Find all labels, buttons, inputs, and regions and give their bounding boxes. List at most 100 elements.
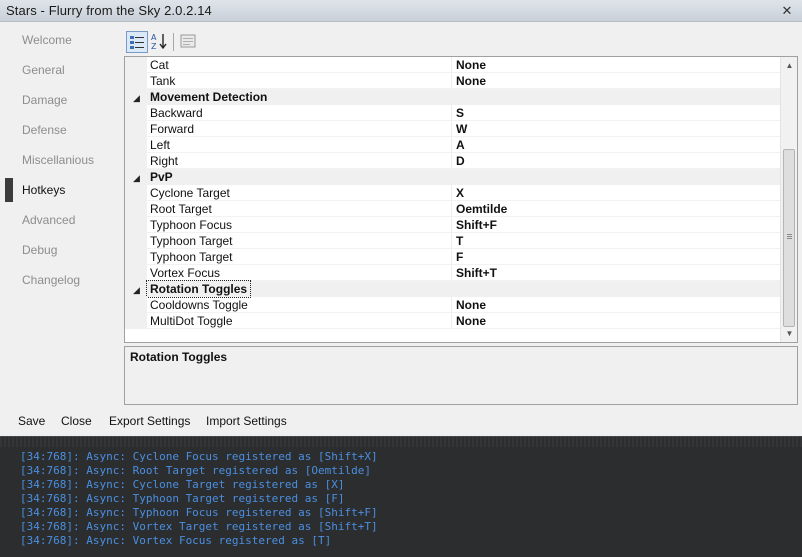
scroll-up-icon[interactable]: ▲ xyxy=(781,57,797,74)
row-gutter xyxy=(125,297,147,313)
grid-property-row[interactable]: Left A xyxy=(125,137,781,153)
property-value[interactable]: None xyxy=(456,297,486,313)
property-value[interactable]: Oemtilde xyxy=(456,201,507,217)
row-gutter xyxy=(125,105,147,121)
console-line: [34:768]: Async: Root Target registered … xyxy=(20,464,371,477)
grid-scrollbar[interactable]: ▲ ▼ xyxy=(780,57,797,342)
console-line: [34:768]: Async: Vortex Target registere… xyxy=(20,520,378,533)
nav-item-damage[interactable]: Damage xyxy=(0,89,112,111)
column-divider xyxy=(451,137,452,153)
property-value[interactable]: D xyxy=(456,153,465,169)
close-window-icon[interactable]: ✕ xyxy=(778,2,796,19)
sidebar-nav: Welcome General Damage Defense Miscellan… xyxy=(0,22,116,408)
scroll-down-icon[interactable]: ▼ xyxy=(781,325,797,342)
grid-property-row[interactable]: Cyclone Target X xyxy=(125,185,781,201)
svg-text:Z: Z xyxy=(151,42,157,51)
property-value[interactable]: W xyxy=(456,121,467,137)
nav-item-advanced[interactable]: Advanced xyxy=(0,209,112,231)
grid-property-row[interactable]: Typhoon Target F xyxy=(125,249,781,265)
grid-property-row[interactable]: Vortex Focus Shift+T xyxy=(125,265,781,281)
property-value[interactable]: S xyxy=(456,105,464,121)
grid-category-row[interactable]: ◢ Rotation Toggles xyxy=(125,280,781,298)
save-button[interactable]: Save xyxy=(18,414,45,428)
grid-property-row[interactable]: Typhoon Target T xyxy=(125,233,781,249)
close-button[interactable]: Close xyxy=(61,414,92,428)
category-label: PvP xyxy=(150,170,173,184)
column-divider xyxy=(451,73,452,89)
categorized-button[interactable] xyxy=(126,31,148,53)
property-grid[interactable]: Cat None Tank None ◢ Movement Detection Backwa… xyxy=(124,56,798,343)
property-name: Cyclone Target xyxy=(150,186,230,200)
nav-item-welcome[interactable]: Welcome xyxy=(0,29,112,51)
nav-item-hotkeys[interactable]: Hotkeys xyxy=(0,179,112,201)
property-name: Right xyxy=(150,154,179,168)
property-value[interactable]: Shift+F xyxy=(456,217,497,233)
grid-property-row[interactable]: MultiDot Toggle None xyxy=(125,313,781,329)
collapse-triangle-icon[interactable]: ◢ xyxy=(133,282,140,298)
console-line: [34:768]: Async: Typhoon Focus registere… xyxy=(20,506,378,519)
category-label: Movement Detection xyxy=(150,90,268,104)
grid-property-row[interactable]: Root Target Oemtilde xyxy=(125,201,781,217)
nav-item-miscellanious[interactable]: Miscellanious xyxy=(0,149,112,171)
property-name: Cooldowns Toggle xyxy=(150,298,248,312)
grid-property-row[interactable]: Tank None xyxy=(125,73,781,89)
property-value[interactable]: None xyxy=(456,57,486,73)
column-divider xyxy=(451,201,452,217)
console-line: [34:768]: Async: Vortex Focus registered… xyxy=(20,534,332,547)
grid-property-row[interactable]: Right D xyxy=(125,153,781,169)
title-bar[interactable]: Stars - Flurry from the Sky 2.0.2.14 ✕ xyxy=(0,0,802,22)
property-value[interactable]: T xyxy=(456,233,463,249)
grid-property-row[interactable]: Cooldowns Toggle None xyxy=(125,297,781,313)
property-name: Typhoon Focus xyxy=(150,218,233,232)
nav-item-changelog[interactable]: Changelog xyxy=(0,269,112,291)
description-title: Rotation Toggles xyxy=(130,350,228,364)
grid-property-row[interactable]: Cat None xyxy=(125,57,781,73)
row-gutter xyxy=(125,121,147,137)
collapse-triangle-icon[interactable]: ◢ xyxy=(133,90,140,106)
column-divider xyxy=(451,153,452,169)
row-gutter xyxy=(125,249,147,265)
row-gutter xyxy=(125,185,147,201)
export-settings-button[interactable]: Export Settings xyxy=(109,414,190,428)
grid-property-row[interactable]: Forward W xyxy=(125,121,781,137)
nav-item-general[interactable]: General xyxy=(0,59,112,81)
alphabetical-icon: A Z xyxy=(151,33,167,51)
property-name: Typhoon Target xyxy=(150,234,233,248)
property-value[interactable]: F xyxy=(456,249,463,265)
row-gutter xyxy=(125,201,147,217)
column-divider xyxy=(451,185,452,201)
property-value[interactable]: None xyxy=(456,313,486,329)
log-console: [34:768]: Async: Cyclone Focus registere… xyxy=(0,436,802,557)
nav-item-debug[interactable]: Debug xyxy=(0,239,112,261)
row-gutter xyxy=(125,233,147,249)
property-value[interactable]: A xyxy=(456,137,465,153)
property-value[interactable]: X xyxy=(456,185,464,201)
property-value[interactable]: Shift+T xyxy=(456,265,497,281)
alphabetical-button[interactable]: A Z xyxy=(149,31,171,53)
settings-window: Stars - Flurry from the Sky 2.0.2.14 ✕ W… xyxy=(0,0,802,436)
column-divider xyxy=(451,105,452,121)
column-divider xyxy=(451,265,452,281)
toolbar-separator xyxy=(173,33,174,51)
grid-property-row[interactable]: Typhoon Focus Shift+F xyxy=(125,217,781,233)
collapse-triangle-icon[interactable]: ◢ xyxy=(133,170,140,186)
import-settings-button[interactable]: Import Settings xyxy=(206,414,287,428)
property-name: Tank xyxy=(150,74,176,88)
row-gutter xyxy=(125,313,147,329)
grid-property-row[interactable]: Backward S xyxy=(125,105,781,121)
property-pages-button[interactable] xyxy=(178,31,200,53)
grid-category-row[interactable]: ◢ Movement Detection xyxy=(125,89,781,105)
footer-bar: Save Close Export Settings Import Settin… xyxy=(0,409,802,436)
column-divider xyxy=(451,57,452,73)
scroll-thumb[interactable] xyxy=(783,149,795,327)
property-name: Cat xyxy=(150,58,169,72)
property-value[interactable]: None xyxy=(456,73,486,89)
console-top-strip xyxy=(0,437,802,447)
property-name: Forward xyxy=(150,122,195,136)
property-toolbar: A Z xyxy=(124,30,798,54)
row-gutter xyxy=(125,153,147,169)
nav-item-defense[interactable]: Defense xyxy=(0,119,112,141)
column-divider xyxy=(451,297,452,313)
grid-category-row[interactable]: ◢ PvP xyxy=(125,169,781,185)
property-name: Root Target xyxy=(150,202,212,216)
